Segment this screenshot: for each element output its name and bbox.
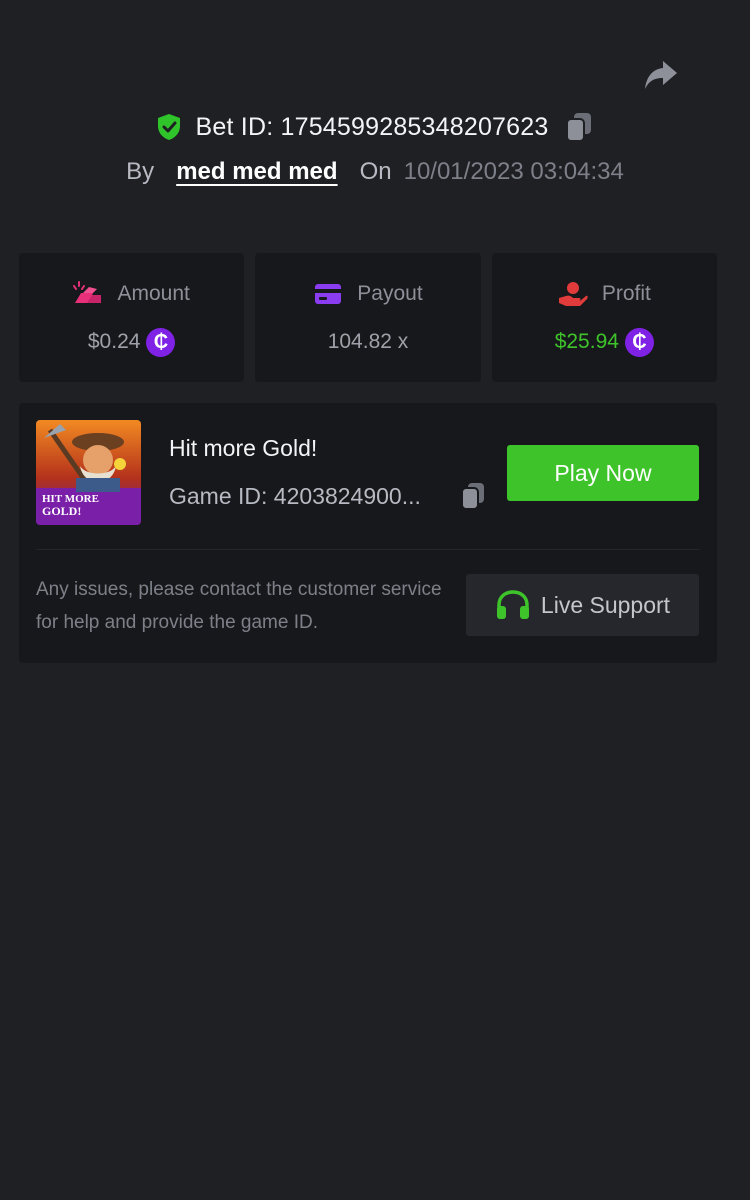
game-id-row: Game ID: 4203824900... <box>169 479 487 513</box>
stat-profit: Profit $25.94 ₵ <box>491 253 717 382</box>
user-link[interactable]: med med med <box>176 158 337 186</box>
stat-amount-label: Amount <box>117 282 190 305</box>
bet-id-row: Bet ID: 1754599285348207623 <box>0 108 750 146</box>
on-label: On <box>359 158 392 185</box>
bet-id: Bet ID: 1754599285348207623 <box>195 112 549 141</box>
copy-game-id-icon[interactable] <box>459 481 487 511</box>
hand-coin-icon <box>558 281 588 307</box>
support-message: Any issues, please contact the customer … <box>36 579 442 633</box>
verified-shield-icon <box>156 113 182 141</box>
stats-row: Amount $0.24 ₵ Payout 104.82 x Profit $2… <box>19 253 717 382</box>
divider <box>36 549 700 550</box>
stat-payout-label: Payout <box>357 282 423 305</box>
live-support-label: Live Support <box>540 591 671 618</box>
stat-amount: Amount $0.24 ₵ <box>19 253 245 382</box>
headset-icon <box>495 589 531 621</box>
stat-payout-value: 104.82 x <box>327 330 409 353</box>
stat-profit-value: $25.94 <box>554 330 619 353</box>
by-label: By <box>126 158 155 185</box>
game-id: Game ID: 4203824900... <box>169 482 421 509</box>
live-support-button[interactable]: Live Support <box>466 574 699 636</box>
bet-meta-row: By med med med On 10/01/2023 03:04:34 <box>0 154 750 190</box>
stat-payout: Payout 104.82 x <box>255 253 481 382</box>
bet-detail-page: Bet ID: 1754599285348207623 By med med m… <box>0 0 750 1200</box>
game-title: Hit more Gold! <box>169 435 318 461</box>
stat-profit-label: Profit <box>601 282 651 305</box>
play-now-button[interactable]: Play Now <box>507 445 699 501</box>
thumbnail-title: GOLD! <box>42 504 81 518</box>
bet-date: 10/01/2023 03:04:34 <box>403 158 624 185</box>
gold-bars-icon <box>73 281 103 307</box>
game-thumbnail[interactable]: HIT MORE GOLD! <box>36 420 141 525</box>
copy-bet-id-icon[interactable] <box>564 111 594 143</box>
game-card: HIT MORE GOLD! Hit more Gold! Game ID: 4… <box>19 403 717 663</box>
card-icon <box>313 281 343 307</box>
share-icon[interactable] <box>640 56 682 94</box>
stat-amount-value: $0.24 <box>87 330 141 353</box>
coin-icon: ₵ <box>624 327 654 357</box>
coin-icon: ₵ <box>146 327 176 357</box>
